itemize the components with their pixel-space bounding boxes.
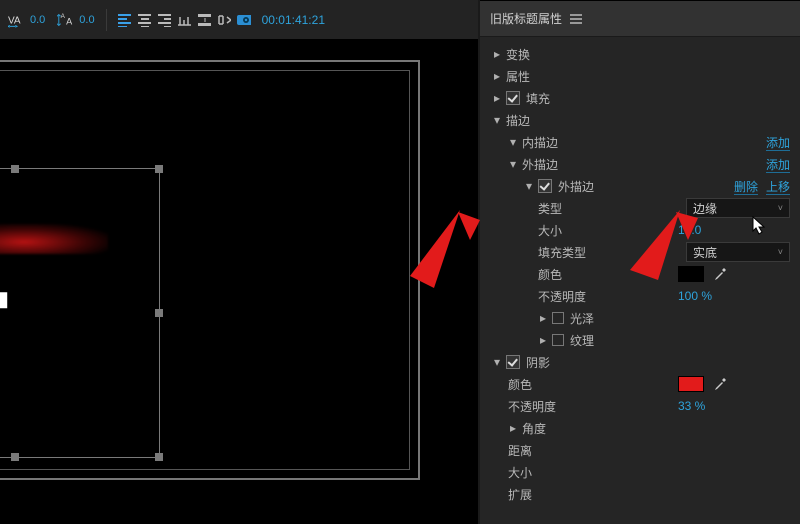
panel-menu-icon[interactable] bbox=[570, 14, 582, 24]
align-group bbox=[114, 10, 254, 30]
chevron-right-icon[interactable]: ▸ bbox=[508, 423, 518, 433]
kerning-icon: VA bbox=[8, 10, 28, 30]
shadow-color-row: 颜色 bbox=[480, 373, 800, 395]
shadow-opacity-row: 不透明度 33 % bbox=[480, 395, 800, 417]
svg-text:VA: VA bbox=[8, 15, 21, 26]
eyedropper-icon[interactable] bbox=[712, 266, 728, 282]
panel-header[interactable]: 旧版标题属性 bbox=[480, 1, 800, 37]
section-shadow[interactable]: ▾ 阴影 bbox=[480, 351, 800, 373]
section-stroke[interactable]: ▾ 描边 bbox=[480, 109, 800, 131]
shadow-spread-row: 扩展 bbox=[480, 483, 800, 505]
outer-stroke-checkbox[interactable] bbox=[538, 179, 552, 193]
selection-bounding-box[interactable] bbox=[0, 168, 160, 458]
panel-title: 旧版标题属性 bbox=[490, 10, 562, 27]
chevron-down-icon[interactable]: ▾ bbox=[492, 115, 502, 125]
timecode[interactable]: 00:01:41:21 bbox=[258, 13, 325, 27]
chevron-right-icon[interactable]: ▸ bbox=[492, 93, 502, 103]
outer-stroke-delete[interactable]: 删除 bbox=[734, 178, 758, 195]
outer-stroke-add[interactable]: 添加 bbox=[766, 156, 790, 173]
chevron-down-icon[interactable]: ▾ bbox=[524, 181, 534, 191]
cursor-icon bbox=[752, 216, 768, 236]
resize-handle[interactable] bbox=[155, 165, 163, 173]
chevron-right-icon[interactable]: ▸ bbox=[538, 313, 548, 323]
resize-handle[interactable] bbox=[155, 309, 163, 317]
legacy-title-properties-panel: 旧版标题属性 ▸ 变换 ▸ 属性 ▸ 填充 ▾ bbox=[480, 0, 800, 524]
chevron-down-icon[interactable]: ▾ bbox=[492, 357, 502, 367]
align-left-icon[interactable] bbox=[114, 10, 134, 30]
outer-stroke-instance[interactable]: ▾ 外描边 删除 上移 bbox=[480, 175, 800, 197]
kerning-control[interactable]: VA 0.0 bbox=[4, 0, 49, 39]
section-fill[interactable]: ▸ 填充 bbox=[480, 87, 800, 109]
baseline-control[interactable]: AA 0.0 bbox=[53, 0, 98, 39]
svg-text:A: A bbox=[66, 16, 73, 26]
show-video-icon[interactable] bbox=[234, 10, 254, 30]
annotation-arrow bbox=[540, 210, 700, 300]
inner-stroke-add[interactable]: 添加 bbox=[766, 134, 790, 151]
annotation-arrow bbox=[300, 210, 480, 330]
outer-stroke-row[interactable]: ▾ 外描边 添加 bbox=[480, 153, 800, 175]
tab-stops-icon[interactable] bbox=[174, 10, 194, 30]
texture-checkbox[interactable] bbox=[552, 334, 564, 346]
eyedropper-icon[interactable] bbox=[712, 376, 728, 392]
outer-stroke-moveup[interactable]: 上移 bbox=[766, 178, 790, 195]
chevron-right-icon[interactable]: ▸ bbox=[492, 71, 502, 81]
fill-checkbox[interactable] bbox=[506, 91, 520, 105]
distribute-v-icon[interactable] bbox=[194, 10, 214, 30]
inner-stroke-row[interactable]: ▾ 内描边 添加 bbox=[480, 131, 800, 153]
sheen-checkbox[interactable] bbox=[552, 312, 564, 324]
section-properties[interactable]: ▸ 属性 bbox=[480, 65, 800, 87]
shadow-checkbox[interactable] bbox=[506, 355, 520, 369]
resize-handle[interactable] bbox=[11, 165, 19, 173]
baseline-value[interactable]: 0.0 bbox=[79, 14, 94, 26]
chevron-down-icon[interactable]: ▾ bbox=[508, 159, 518, 169]
stroke-type-dropdown[interactable]: 边缘˅ bbox=[686, 198, 790, 218]
chevron-down-icon[interactable]: ▾ bbox=[508, 137, 518, 147]
shadow-size-row: 大小 bbox=[480, 461, 800, 483]
title-toolbar: VA 0.0 AA 0.0 bbox=[0, 0, 478, 40]
chevron-right-icon[interactable]: ▸ bbox=[538, 335, 548, 345]
stroke-texture-row[interactable]: ▸ 纹理 bbox=[480, 329, 800, 351]
baseline-shift-icon: AA bbox=[57, 10, 77, 30]
shadow-color-swatch[interactable] bbox=[678, 376, 704, 392]
title-canvas[interactable]: 静 bbox=[0, 50, 478, 524]
wrap-icon[interactable] bbox=[214, 10, 234, 30]
resize-handle[interactable] bbox=[11, 453, 19, 461]
align-center-icon[interactable] bbox=[134, 10, 154, 30]
align-right-icon[interactable] bbox=[154, 10, 174, 30]
stroke-sheen-row[interactable]: ▸ 光泽 bbox=[480, 307, 800, 329]
kerning-value[interactable]: 0.0 bbox=[30, 14, 45, 26]
svg-text:A: A bbox=[61, 13, 66, 20]
shadow-distance-row: 距离 bbox=[480, 439, 800, 461]
section-transform[interactable]: ▸ 变换 bbox=[480, 43, 800, 65]
shadow-angle-row[interactable]: ▸ 角度 bbox=[480, 417, 800, 439]
stroke-filltype-dropdown[interactable]: 实底˅ bbox=[686, 242, 790, 262]
chevron-right-icon[interactable]: ▸ bbox=[492, 49, 502, 59]
shadow-opacity-value[interactable]: 33 % bbox=[678, 399, 705, 413]
resize-handle[interactable] bbox=[155, 453, 163, 461]
